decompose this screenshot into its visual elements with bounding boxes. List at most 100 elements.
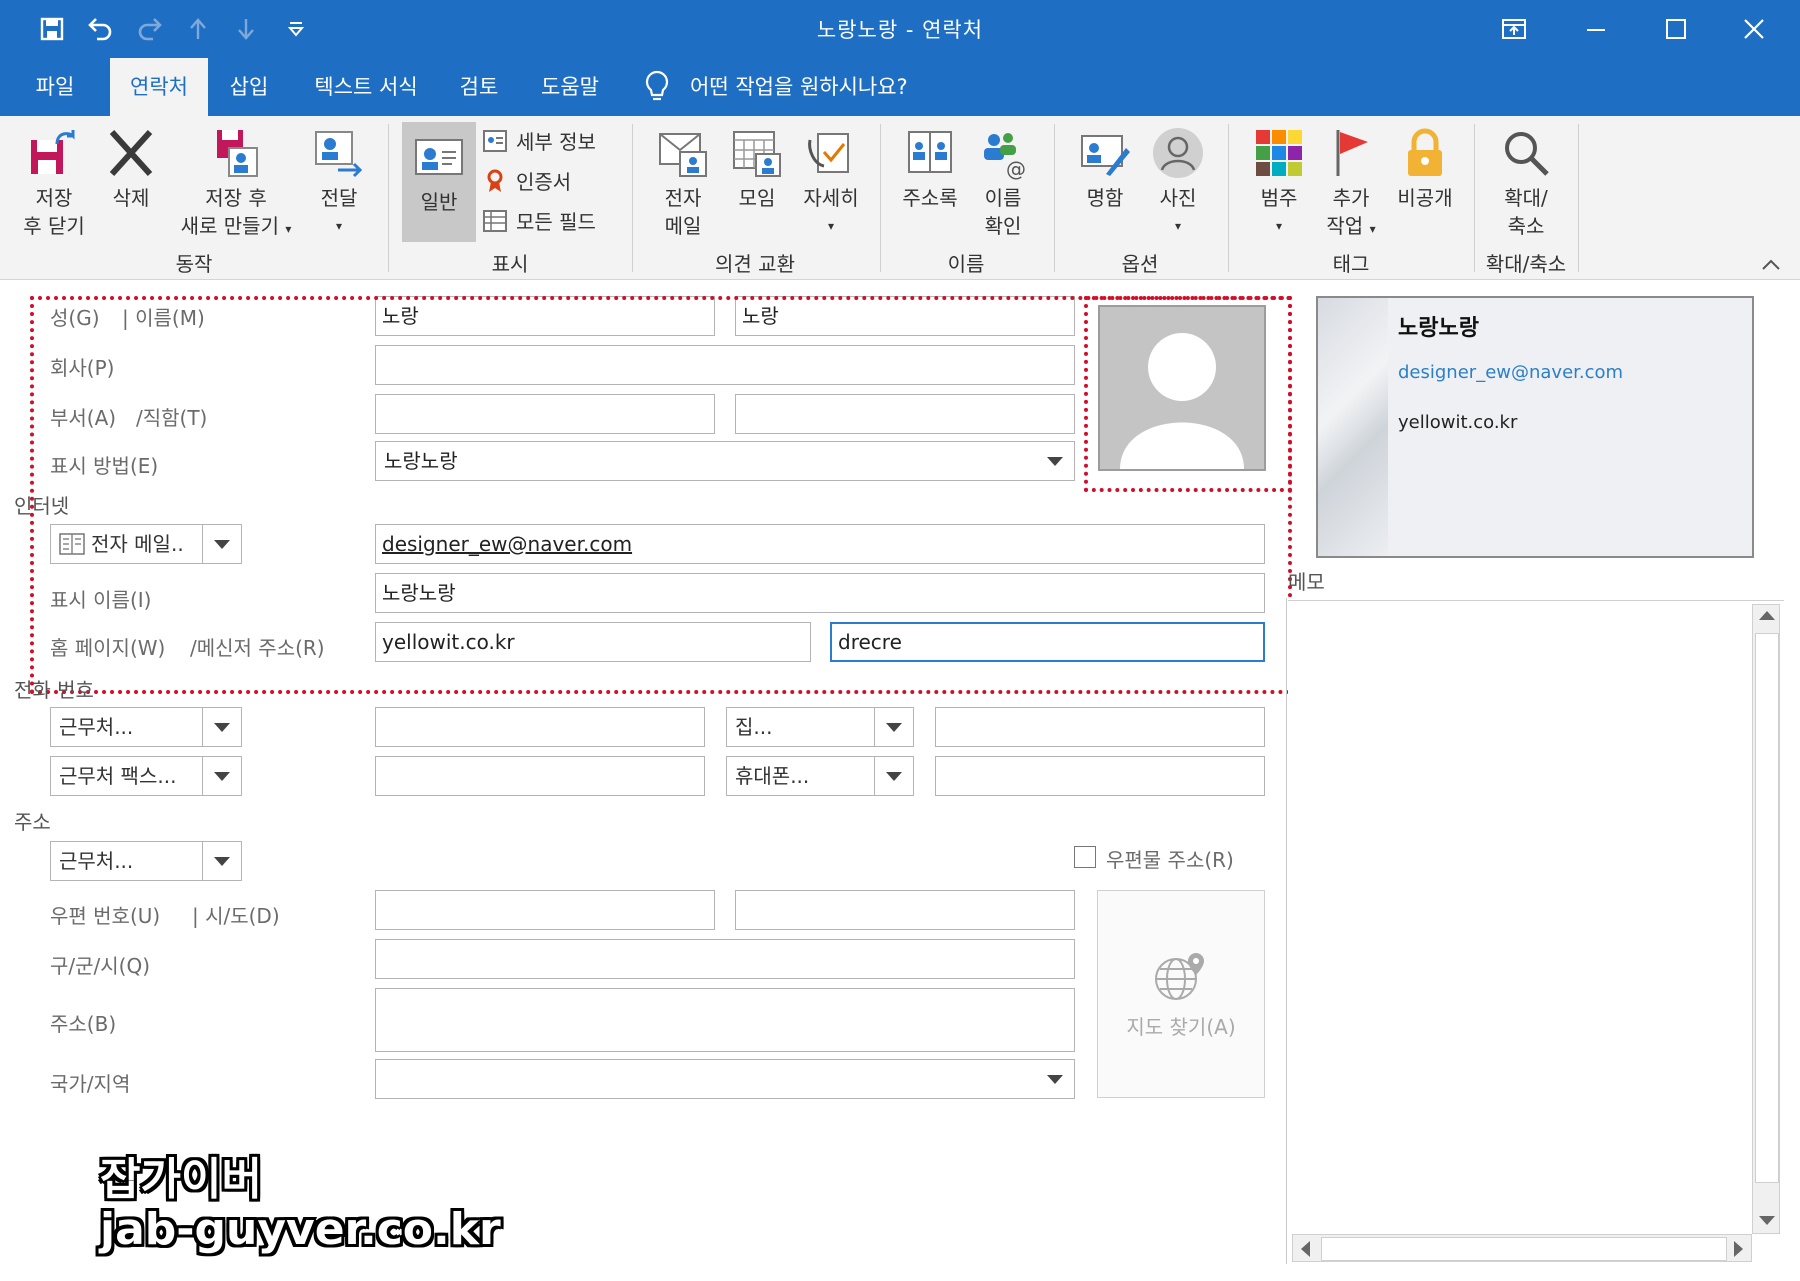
minimize-icon[interactable] bbox=[1558, 0, 1634, 58]
group-separator bbox=[1578, 124, 1579, 272]
chevron-down-icon[interactable] bbox=[202, 842, 241, 880]
private-button[interactable]: 비공개 bbox=[1388, 126, 1462, 212]
mailing-address-checkbox[interactable] bbox=[1074, 846, 1096, 868]
chevron-down-icon[interactable] bbox=[202, 757, 241, 795]
forward-button[interactable]: 전달 ▾ bbox=[306, 126, 372, 240]
delete-x-icon bbox=[109, 129, 153, 177]
chevron-down-icon[interactable] bbox=[874, 708, 913, 746]
save-close-button[interactable]: 저장 후 닫기 bbox=[14, 126, 94, 240]
check-names-button[interactable]: @ 이름 확인 bbox=[968, 126, 1038, 240]
phone-type-2-dropdown[interactable]: 근무처 팩스... bbox=[50, 756, 242, 796]
chevron-down-icon[interactable] bbox=[202, 708, 241, 746]
follow-up-button[interactable]: 추가 작업 ▾ bbox=[1314, 126, 1388, 243]
street-field[interactable] bbox=[375, 988, 1075, 1052]
chevron-down-icon[interactable] bbox=[1036, 1060, 1074, 1098]
phone-type-1-dropdown[interactable]: 근무처... bbox=[50, 707, 242, 747]
phone-section-label: 전화 번호 bbox=[14, 678, 94, 702]
save-close-label-2: 후 닫기 bbox=[23, 214, 85, 238]
group-separator bbox=[1228, 124, 1229, 272]
chevron-down-icon[interactable] bbox=[874, 757, 913, 795]
certificate-ribbon-icon bbox=[487, 169, 503, 192]
maximize-icon[interactable] bbox=[1638, 0, 1714, 58]
certificates-button[interactable]: 인증서 bbox=[482, 166, 571, 195]
phone-2-field[interactable] bbox=[375, 756, 705, 796]
close-icon[interactable] bbox=[1716, 0, 1792, 58]
group-separator bbox=[632, 124, 633, 272]
city-field[interactable] bbox=[375, 939, 1075, 979]
chevron-down-icon: ▾ bbox=[1275, 219, 1283, 233]
zoom-label-2: 축소 bbox=[1507, 214, 1545, 238]
phone-type-3-dropdown[interactable]: 집... bbox=[726, 707, 914, 747]
map-it-button[interactable]: 지도 찾기(A) bbox=[1097, 890, 1265, 1098]
categorize-button[interactable]: 범주 ▾ bbox=[1244, 126, 1314, 240]
state-field[interactable] bbox=[735, 890, 1075, 930]
delete-label: 삭제 bbox=[112, 186, 150, 210]
save-new-label-2-wrap: 새로 만들기 ▾ bbox=[166, 212, 306, 243]
meeting-button[interactable]: 모임 bbox=[722, 126, 792, 212]
notes-horizontal-scrollbar[interactable] bbox=[1292, 1234, 1752, 1262]
tab-format-text[interactable]: 텍스트 서식 bbox=[296, 58, 436, 116]
zip-field[interactable] bbox=[375, 890, 715, 930]
tab-help[interactable]: 도움말 bbox=[524, 58, 616, 116]
phone-3-field[interactable] bbox=[935, 707, 1265, 747]
country-dropdown[interactable] bbox=[375, 1059, 1075, 1099]
card-email: designer_ew@naver.com bbox=[1398, 362, 1624, 383]
forward-icon bbox=[315, 131, 363, 178]
hscroll-thumb[interactable] bbox=[1321, 1237, 1727, 1261]
collapse-ribbon-icon[interactable] bbox=[1760, 256, 1784, 276]
tab-review[interactable]: 검토 bbox=[444, 58, 514, 116]
zoom-button[interactable]: 확대/ 축소 bbox=[1486, 126, 1566, 240]
tab-contact[interactable]: 연락처 bbox=[110, 58, 208, 116]
categorize-label: 범주 bbox=[1260, 186, 1298, 210]
address-book-button[interactable]: 주소록 bbox=[892, 126, 968, 212]
group-label-action: 동작 bbox=[175, 252, 213, 276]
map-it-label: 지도 찾기(A) bbox=[1126, 1015, 1236, 1039]
scroll-left-icon[interactable] bbox=[1301, 1241, 1310, 1257]
delete-button[interactable]: 삭제 bbox=[96, 126, 166, 212]
more-actions-icon bbox=[808, 133, 849, 173]
lightbulb-icon bbox=[644, 70, 674, 104]
all-fields-button[interactable]: 모든 필드 bbox=[482, 206, 596, 235]
details-button[interactable]: 세부 정보 bbox=[482, 126, 596, 155]
meeting-label: 모임 bbox=[738, 186, 776, 210]
save-close-label-1: 저장 bbox=[35, 186, 73, 210]
picture-button[interactable]: 사진 ▾ bbox=[1142, 126, 1214, 240]
scroll-thumb[interactable] bbox=[1755, 633, 1779, 1183]
group-label-tags: 태그 bbox=[1332, 252, 1370, 276]
phone-type-2-value: 근무처 팩스... bbox=[59, 764, 177, 788]
save-new-button[interactable]: 저장 후 새로 만들기 ▾ bbox=[166, 126, 306, 243]
picture-person-icon bbox=[1153, 128, 1203, 178]
phone-1-field[interactable] bbox=[375, 707, 705, 747]
follow-up-label-2: 작업 bbox=[1326, 214, 1364, 238]
city-label: 구/군/시(Q) bbox=[50, 954, 151, 978]
notes-label: 메모 bbox=[1288, 570, 1325, 594]
tell-me-search[interactable]: 어떤 작업을 원하시나요? bbox=[690, 58, 908, 116]
contact-card-icon bbox=[415, 139, 463, 175]
scroll-right-icon[interactable] bbox=[1734, 1241, 1743, 1257]
scroll-up-icon[interactable] bbox=[1759, 611, 1775, 620]
phone-type-4-dropdown[interactable]: 휴대폰... bbox=[726, 756, 914, 796]
watermark-line-1: 잡가이버 bbox=[100, 1154, 262, 1205]
watermark-line-2: jab-guyver.co.kr bbox=[100, 1204, 501, 1255]
chevron-down-icon: ▾ bbox=[285, 222, 292, 236]
email-button[interactable]: 전자 메일 bbox=[646, 126, 720, 240]
certificates-label: 인증서 bbox=[516, 170, 572, 194]
card-web: yellowit.co.kr bbox=[1398, 412, 1518, 433]
tab-file[interactable]: 파일 bbox=[14, 58, 96, 116]
business-card-button[interactable]: 명함 bbox=[1068, 126, 1142, 212]
scroll-down-icon[interactable] bbox=[1759, 1216, 1775, 1225]
ribbon-display-icon[interactable] bbox=[1476, 0, 1552, 58]
check-names-label-2: 확인 bbox=[984, 214, 1022, 238]
follow-up-flag-icon bbox=[1336, 130, 1368, 176]
address-type-dropdown[interactable]: 근무처... bbox=[50, 841, 242, 881]
notes-vertical-scrollbar[interactable] bbox=[1752, 604, 1780, 1234]
street-label: 주소(B) bbox=[50, 1012, 117, 1036]
general-view-button[interactable]: 일반 bbox=[402, 122, 476, 242]
phone-4-field[interactable] bbox=[935, 756, 1265, 796]
zoom-magnifier-icon bbox=[1505, 132, 1549, 176]
business-card-preview[interactable]: 노랑노랑 designer_ew@naver.com yellowit.co.k… bbox=[1316, 296, 1754, 558]
tab-insert[interactable]: 삽입 bbox=[212, 58, 286, 116]
email-label-2: 메일 bbox=[664, 214, 702, 238]
notes-textarea[interactable] bbox=[1288, 600, 1784, 1264]
more-button[interactable]: 자세히 ▾ bbox=[792, 126, 870, 240]
